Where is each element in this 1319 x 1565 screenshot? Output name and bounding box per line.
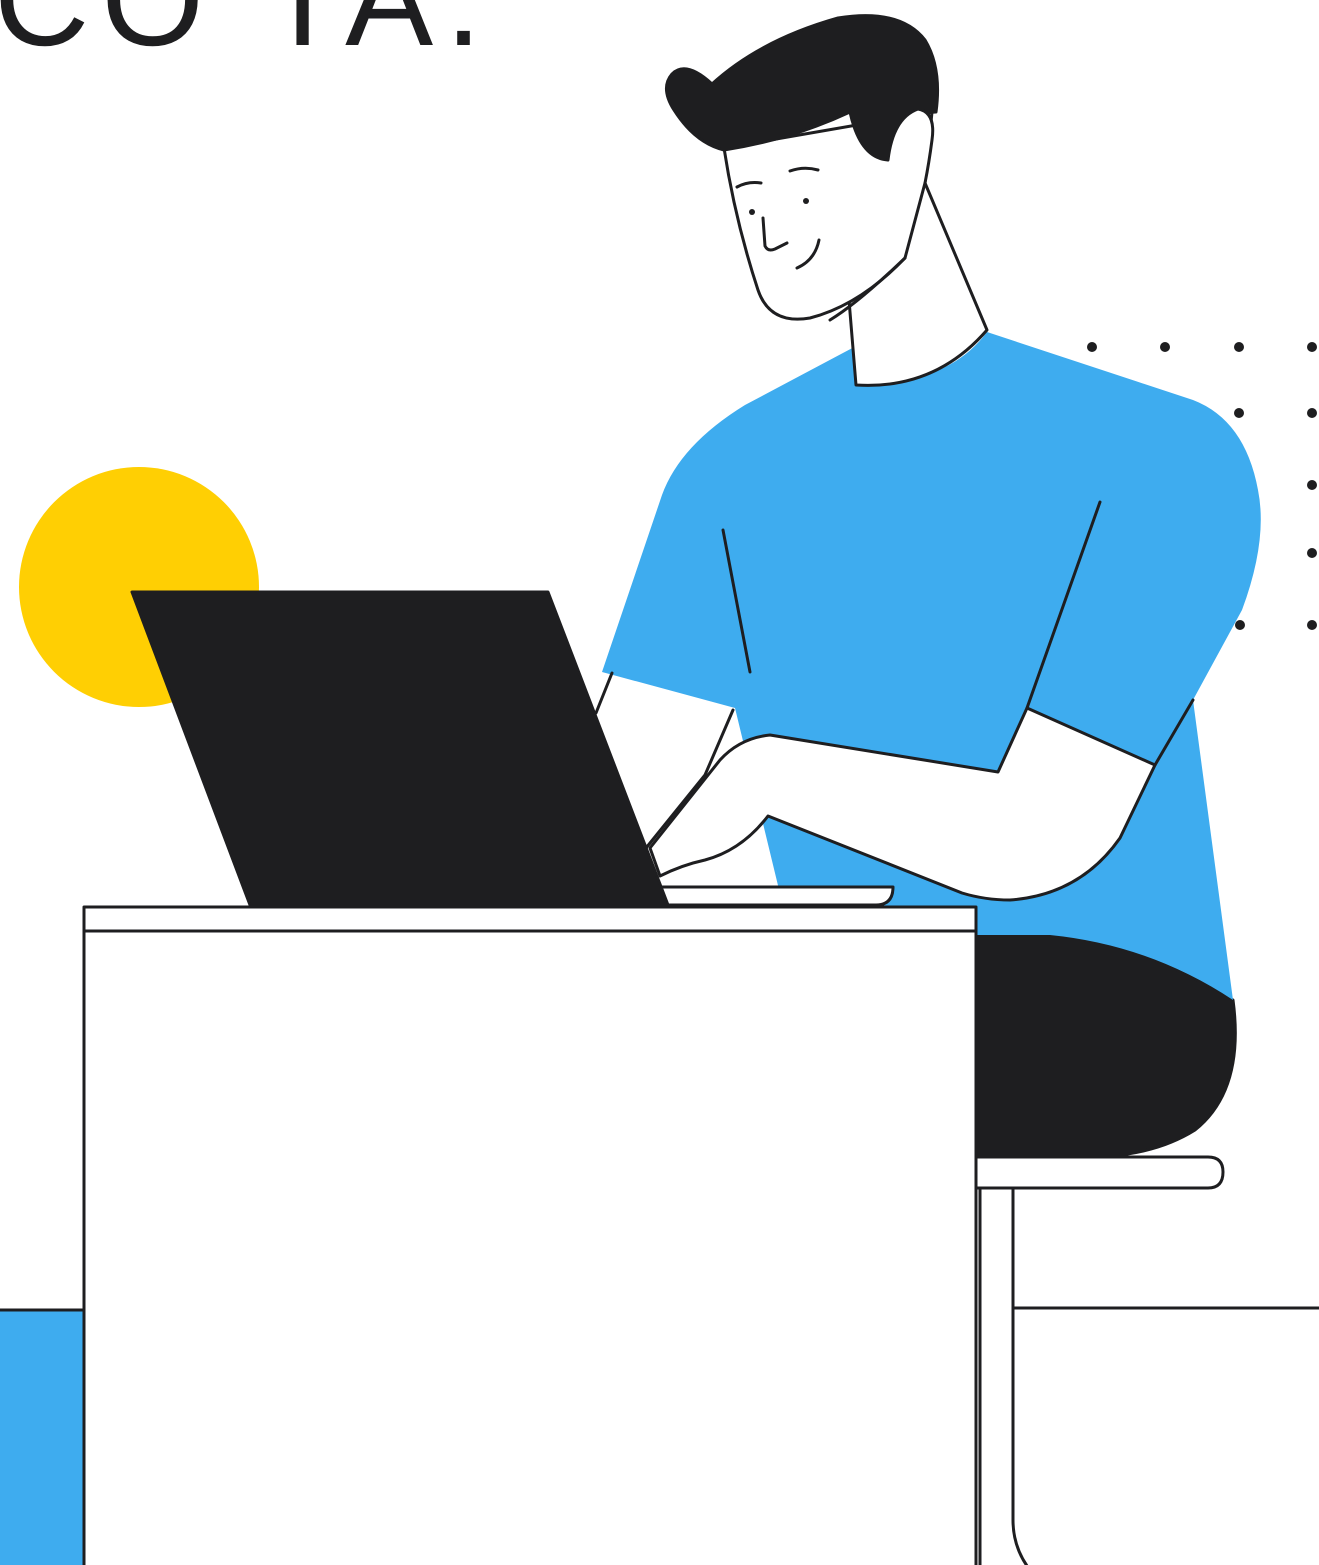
right-eye bbox=[803, 198, 809, 204]
stool bbox=[974, 1155, 1225, 1565]
illustration-canvas bbox=[0, 14, 1319, 1565]
desk bbox=[82, 905, 978, 1565]
laptop-screen bbox=[130, 590, 670, 907]
floor-blue-block bbox=[0, 1310, 84, 1565]
stool-seat bbox=[974, 1155, 1225, 1190]
stool-leg bbox=[978, 1186, 1029, 1565]
desk-body bbox=[82, 929, 978, 1565]
illustration-scene: CO TA. bbox=[0, 0, 1319, 1565]
desk-top bbox=[82, 905, 978, 933]
left-eye bbox=[749, 209, 755, 215]
laptop-base bbox=[658, 885, 895, 907]
